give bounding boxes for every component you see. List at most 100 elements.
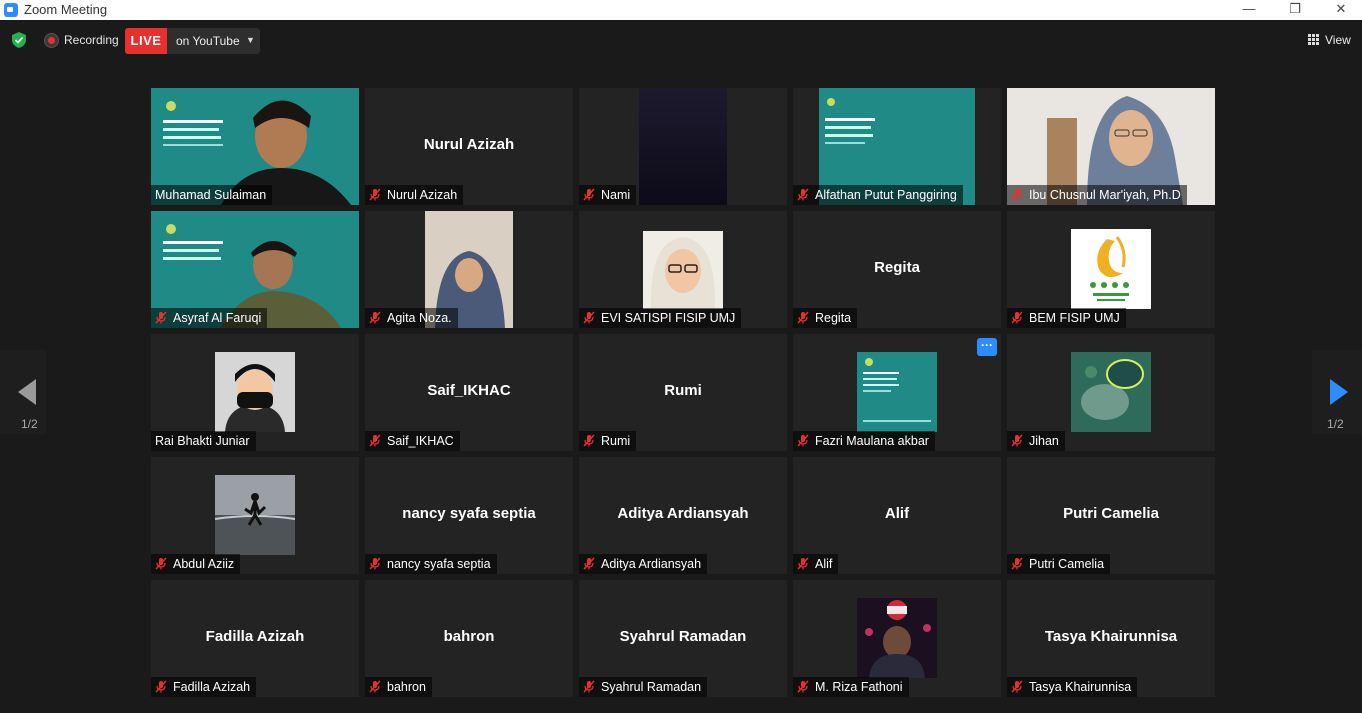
participant-name-tag: Aditya Ardiansyah [579, 554, 708, 574]
more-options-button[interactable]: ··· [977, 338, 997, 356]
shield-icon[interactable] [12, 32, 26, 48]
participant-name: Asyraf Al Faruqi [173, 311, 262, 325]
participant-name-tag: Ibu Chusnul Mar'iyah, Ph.D [1007, 185, 1187, 205]
participant-display-name: Tasya Khairunnisa [1044, 628, 1178, 645]
participant-tile[interactable]: bahron bahron [365, 580, 573, 697]
participant-tile[interactable]: M. Riza Fathoni [793, 580, 1001, 697]
recording-label[interactable]: Recording [64, 33, 119, 47]
restore-button[interactable]: ❐ [1272, 0, 1318, 20]
participant-name-tag: Fazri Maulana akbar [793, 431, 935, 451]
participant-name-tag: Saif_IKHAC [365, 431, 460, 451]
previous-page-arrow-icon[interactable] [14, 377, 44, 407]
participant-tile[interactable]: Muhamad Sulaiman [151, 88, 359, 205]
participant-name: Muhamad Sulaiman [155, 188, 267, 202]
muted-mic-icon [583, 188, 595, 201]
participant-name: Aditya Ardiansyah [601, 557, 702, 571]
participant-display-name: Putri Camelia [1063, 505, 1159, 522]
participant-avatar [857, 352, 937, 432]
participant-display-name: nancy syafa septia [402, 505, 536, 522]
participant-name: BEM FISIP UMJ [1029, 311, 1120, 325]
participant-tile[interactable]: Syahrul Ramadan Syahrul Ramadan [579, 580, 787, 697]
minimize-button[interactable]: — [1226, 0, 1272, 20]
muted-mic-icon [797, 680, 809, 693]
participant-name-tag: Nami [579, 185, 637, 205]
muted-mic-icon [155, 311, 167, 324]
live-stream-dropdown[interactable]: LIVE on YouTube ▼ [125, 28, 260, 54]
participant-tile[interactable]: Jihan [1007, 334, 1215, 451]
participant-name: Syahrul Ramadan [601, 680, 702, 694]
muted-mic-icon [155, 680, 167, 693]
participant-name-tag: Alif [793, 554, 839, 574]
page-indicator-right: 1/2 [1327, 417, 1344, 431]
participant-avatar [643, 231, 723, 309]
participant-tile[interactable]: Rai Bhakti Juniar [151, 334, 359, 451]
participant-tile[interactable]: Ibu Chusnul Mar'iyah, Ph.D [1007, 88, 1215, 205]
participant-tile[interactable]: Regita Regita [793, 211, 1001, 328]
live-badge: LIVE [125, 28, 167, 54]
participant-tile[interactable]: Saif_IKHAC Saif_IKHAC [365, 334, 573, 451]
participant-name-tag: Tasya Khairunnisa [1007, 677, 1138, 697]
participant-name: Ibu Chusnul Mar'iyah, Ph.D [1029, 188, 1181, 202]
participant-name: Alif [815, 557, 833, 571]
participant-tile[interactable]: Nurul Azizah Nurul Azizah [365, 88, 573, 205]
page-indicator-left: 1/2 [21, 417, 38, 431]
participant-display-name: Saif_IKHAC [427, 382, 511, 399]
muted-mic-icon [155, 557, 167, 570]
participant-name-tag: Alfathan Putut Panggiring [793, 185, 963, 205]
participant-tile[interactable]: EVI SATISPI FISIP UMJ [579, 211, 787, 328]
participant-tile[interactable]: Putri Camelia Putri Camelia [1007, 457, 1215, 574]
participant-tile[interactable]: Fadilla Azizah Fadilla Azizah [151, 580, 359, 697]
muted-mic-icon [1011, 434, 1023, 447]
participant-name-tag: nancy syafa septia [365, 554, 497, 574]
participant-display-name: Fadilla Azizah [205, 628, 305, 645]
participant-tile[interactable]: Asyraf Al Faruqi [151, 211, 359, 328]
participant-tile[interactable]: Agita Noza. [365, 211, 573, 328]
participant-name-tag: Agita Noza. [365, 308, 458, 328]
participant-name: Nami [601, 188, 631, 202]
participant-name: Putri Camelia [1029, 557, 1105, 571]
participant-display-name: Nurul Azizah [423, 136, 515, 153]
muted-mic-icon [797, 311, 809, 324]
participant-tile[interactable]: Alif Alif [793, 457, 1001, 574]
muted-mic-icon [797, 188, 809, 201]
close-button[interactable]: ✕ [1318, 0, 1362, 20]
participant-tile[interactable]: Abdul Aziiz [151, 457, 359, 574]
muted-mic-icon [797, 434, 809, 447]
participant-name-tag: Regita [793, 308, 858, 328]
participant-name-tag: Muhamad Sulaiman [151, 185, 273, 205]
participant-avatar [215, 475, 295, 555]
participant-name: Rai Bhakti Juniar [155, 434, 250, 448]
participant-name-tag: Asyraf Al Faruqi [151, 308, 268, 328]
participant-tile[interactable]: ··· Fazri Maulana akbar [793, 334, 1001, 451]
participant-name: Regita [815, 311, 852, 325]
meeting-toolbar: Recording LIVE on YouTube ▼ View [0, 20, 1362, 62]
muted-mic-icon [1011, 311, 1023, 324]
window-titlebar: Zoom Meeting — ❐ ✕ [0, 0, 1362, 20]
participant-tile[interactable]: BEM FISIP UMJ [1007, 211, 1215, 328]
view-label: View [1325, 33, 1351, 47]
participant-name: bahron [387, 680, 426, 694]
muted-mic-icon [583, 680, 595, 693]
participant-tile[interactable]: Rumi Rumi [579, 334, 787, 451]
muted-mic-icon [1011, 557, 1023, 570]
participant-name: Nurul Azizah [387, 188, 458, 202]
participant-display-name: Aditya Ardiansyah [617, 505, 749, 522]
participant-tile[interactable]: Nami [579, 88, 787, 205]
participant-tile[interactable]: Aditya Ardiansyah Aditya Ardiansyah [579, 457, 787, 574]
participant-display-name: Syahrul Ramadan [619, 628, 747, 645]
muted-mic-icon [369, 434, 381, 447]
participant-tile[interactable]: Alfathan Putut Panggiring [793, 88, 1001, 205]
next-page-arrow-icon[interactable] [1324, 377, 1354, 407]
window-title: Zoom Meeting [24, 2, 108, 17]
participant-name-tag: Abdul Aziiz [151, 554, 241, 574]
participant-name-tag: Jihan [1007, 431, 1065, 451]
participant-tile[interactable]: Tasya Khairunnisa Tasya Khairunnisa [1007, 580, 1215, 697]
participant-name-tag: M. Riza Fathoni [793, 677, 909, 697]
participant-name: nancy syafa septia [387, 557, 491, 571]
participant-name-tag: bahron [365, 677, 432, 697]
muted-mic-icon [369, 680, 381, 693]
participant-name: Saif_IKHAC [387, 434, 454, 448]
recording-icon[interactable] [45, 34, 58, 47]
muted-mic-icon [369, 188, 381, 201]
participant-tile[interactable]: nancy syafa septia nancy syafa septia [365, 457, 573, 574]
